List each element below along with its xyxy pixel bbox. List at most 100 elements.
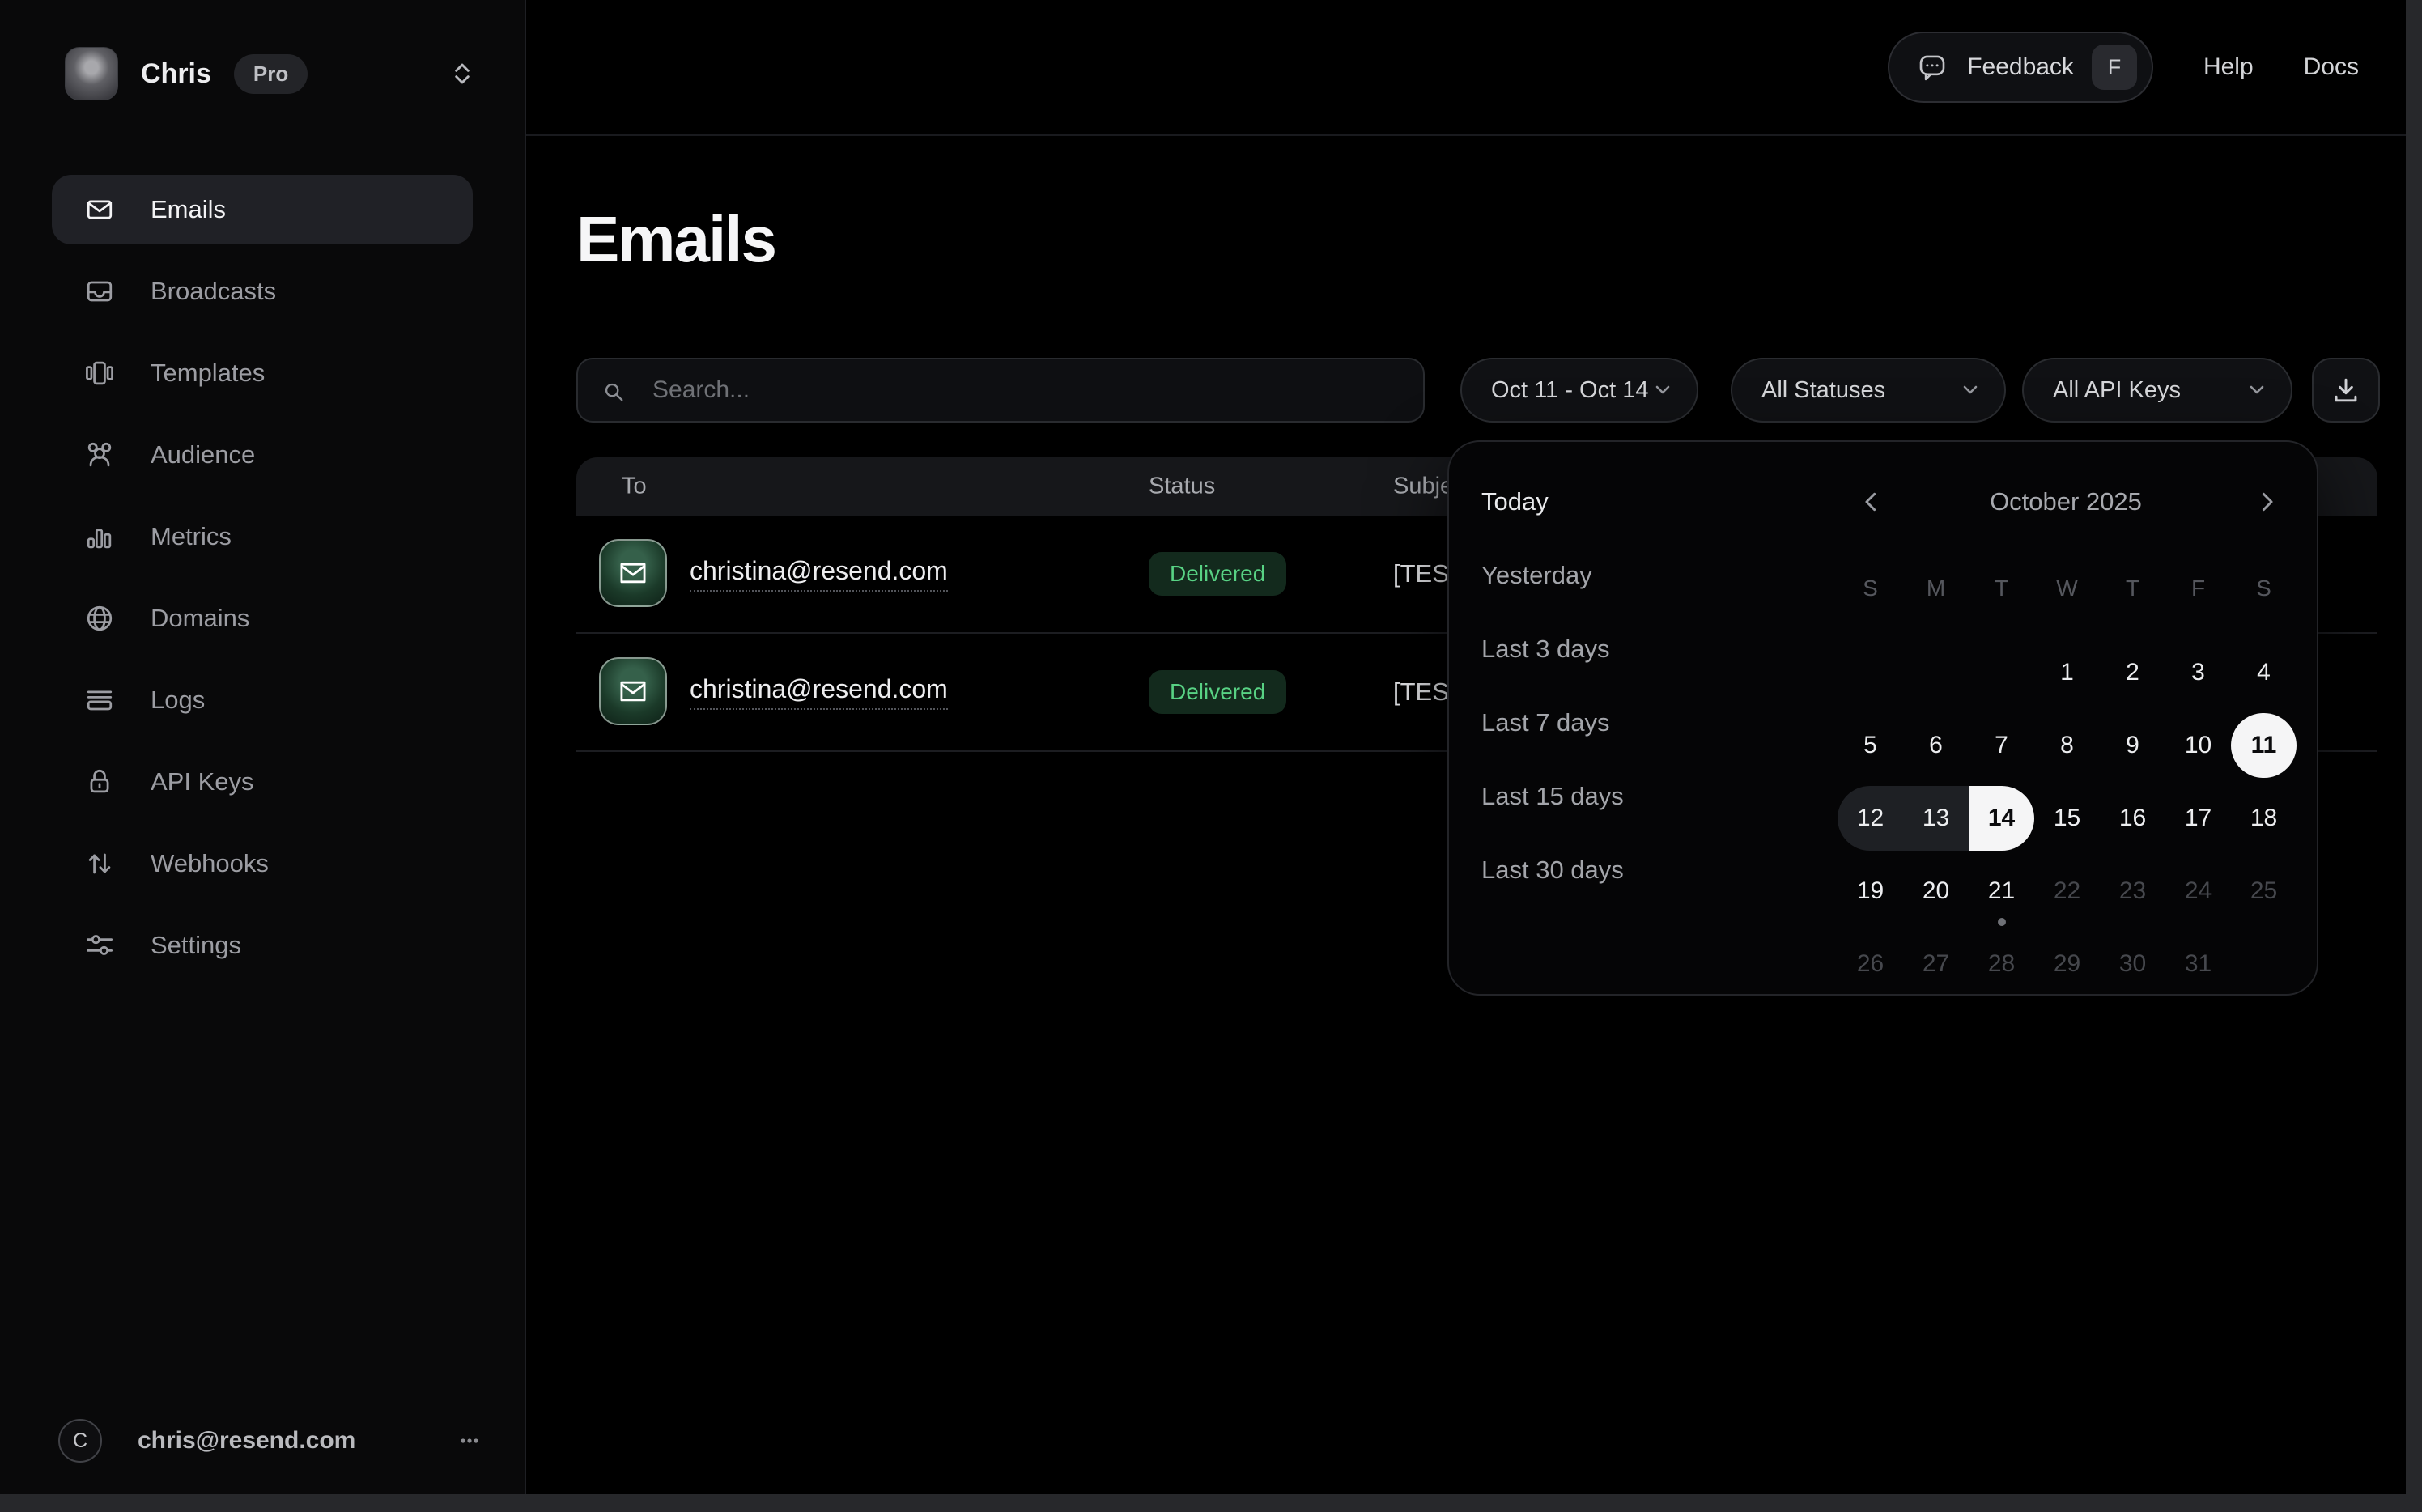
day-9[interactable]: 9 — [2100, 709, 2165, 782]
weekday-label: M — [1903, 563, 1969, 614]
broadcasts-icon — [81, 273, 118, 310]
sidebar-nav: Emails Broadcasts Templates Audience Metrics… — [52, 175, 473, 992]
status-badge: Delivered — [1149, 670, 1286, 714]
preset-last-7-days[interactable]: Last 7 days — [1481, 686, 1789, 759]
empty-cell — [1838, 636, 1903, 709]
logs-icon — [81, 682, 118, 719]
sidebar-item-logs[interactable]: Logs — [52, 665, 473, 735]
plan-badge: Pro — [234, 54, 308, 94]
calendar-grid: SMTWTFS123456789101112131415161718192021… — [1838, 563, 2297, 1000]
account-email: chris@resend.com — [138, 1427, 355, 1455]
sidebar-item-metrics[interactable]: Metrics — [52, 502, 473, 571]
day-8[interactable]: 8 — [2034, 709, 2100, 782]
day-22: 22 — [2034, 855, 2100, 928]
preset-today[interactable]: Today — [1481, 465, 1789, 538]
day-15[interactable]: 15 — [2034, 782, 2100, 855]
feedback-label: Feedback — [1967, 53, 2074, 81]
account-menu-icon[interactable] — [453, 1425, 486, 1457]
user-avatar — [65, 47, 118, 100]
prev-month-button[interactable] — [1854, 484, 1889, 520]
sidebar-item-webhooks[interactable]: Webhooks — [52, 829, 473, 898]
day-27: 27 — [1903, 928, 1969, 1000]
feedback-bubble-icon — [1915, 50, 1949, 84]
day-7[interactable]: 7 — [1969, 709, 2034, 782]
sidebar-item-label: Logs — [151, 686, 205, 715]
day-25: 25 — [2231, 855, 2297, 928]
date-range-filter[interactable]: Oct 11 - Oct 14 — [1460, 358, 1698, 423]
email-envelope-icon — [599, 657, 667, 725]
export-button[interactable] — [2312, 358, 2380, 423]
day-16[interactable]: 16 — [2100, 782, 2165, 855]
empty-cell — [1969, 636, 2034, 709]
search-box — [576, 358, 1425, 423]
account-row[interactable]: C chris@resend.com — [58, 1420, 486, 1462]
topbar: Feedback F Help Docs — [526, 0, 2422, 136]
day-12[interactable]: 12 — [1838, 782, 1903, 855]
preset-yesterday[interactable]: Yesterday — [1481, 538, 1789, 612]
sidebar-item-broadcasts[interactable]: Broadcasts — [52, 257, 473, 326]
feedback-shortcut-badge: F — [2092, 45, 2137, 90]
month-label: October 2025 — [1904, 487, 2228, 516]
sidebar-item-emails[interactable]: Emails — [52, 175, 473, 244]
chevron-down-icon — [1959, 379, 1982, 401]
search-input[interactable] — [578, 359, 1423, 421]
day-3[interactable]: 3 — [2165, 636, 2231, 709]
templates-icon — [81, 355, 118, 392]
day-14[interactable]: 14 — [1969, 782, 2034, 855]
weekday-label: F — [2165, 563, 2231, 614]
account-avatar: C — [58, 1419, 102, 1463]
sidebar-item-templates[interactable]: Templates — [52, 338, 473, 408]
status-filter[interactable]: All Statuses — [1731, 358, 2006, 423]
day-10[interactable]: 10 — [2165, 709, 2231, 782]
day-6[interactable]: 6 — [1903, 709, 1969, 782]
day-5[interactable]: 5 — [1838, 709, 1903, 782]
sidebar-item-domains[interactable]: Domains — [52, 584, 473, 653]
preset-last-15-days[interactable]: Last 15 days — [1481, 759, 1789, 833]
feedback-button[interactable]: Feedback F — [1888, 32, 2153, 103]
help-link[interactable]: Help — [2203, 53, 2254, 81]
next-month-button[interactable] — [2249, 484, 2284, 520]
day-2[interactable]: 2 — [2100, 636, 2165, 709]
email-envelope-icon — [599, 539, 667, 607]
day-17[interactable]: 17 — [2165, 782, 2231, 855]
day-29: 29 — [2034, 928, 2100, 1000]
sidebar-item-label: Metrics — [151, 522, 232, 551]
sidebar-item-settings[interactable]: Settings — [52, 911, 473, 980]
day-18[interactable]: 18 — [2231, 782, 2297, 855]
vertical-scrollbar[interactable] — [2406, 0, 2422, 1512]
sidebar-item-api-keys[interactable]: API Keys — [52, 747, 473, 817]
sidebar-item-label: Audience — [151, 440, 255, 469]
day-1[interactable]: 1 — [2034, 636, 2100, 709]
domains-icon — [81, 600, 118, 637]
weekday-label: T — [1969, 563, 2034, 614]
day-21[interactable]: 21 — [1969, 855, 2034, 928]
emails-icon — [81, 191, 118, 228]
sidebar: Chris Pro Emails Broadcasts Templates Audie… — [0, 0, 526, 1512]
workspace-switcher[interactable]: Chris Pro — [65, 47, 484, 100]
weekday-label: S — [1838, 563, 1903, 614]
chevron-down-icon — [1651, 379, 1674, 401]
day-20[interactable]: 20 — [1903, 855, 1969, 928]
horizontal-scrollbar[interactable] — [0, 1494, 2406, 1512]
recipient-email[interactable]: christina@resend.com — [690, 674, 948, 710]
weekday-label: S — [2231, 563, 2297, 614]
sidebar-item-label: Broadcasts — [151, 277, 276, 306]
audience-icon — [81, 436, 118, 474]
sidebar-item-audience[interactable]: Audience — [52, 420, 473, 490]
day-4[interactable]: 4 — [2231, 636, 2297, 709]
page-title: Emails — [576, 202, 775, 277]
day-11[interactable]: 11 — [2231, 709, 2297, 782]
preset-last-30-days[interactable]: Last 30 days — [1481, 833, 1789, 907]
sidebar-item-label: Domains — [151, 604, 249, 633]
chevron-updown-icon — [448, 60, 476, 87]
recipient-email[interactable]: christina@resend.com — [690, 556, 948, 592]
preset-last-3-days[interactable]: Last 3 days — [1481, 612, 1789, 686]
weekday-label: T — [2100, 563, 2165, 614]
settings-icon — [81, 927, 118, 964]
api-key-filter[interactable]: All API Keys — [2022, 358, 2292, 423]
status-filter-value: All Statuses — [1761, 377, 1885, 404]
day-28: 28 — [1969, 928, 2034, 1000]
docs-link[interactable]: Docs — [2304, 53, 2359, 81]
day-19[interactable]: 19 — [1838, 855, 1903, 928]
day-13[interactable]: 13 — [1903, 782, 1969, 855]
